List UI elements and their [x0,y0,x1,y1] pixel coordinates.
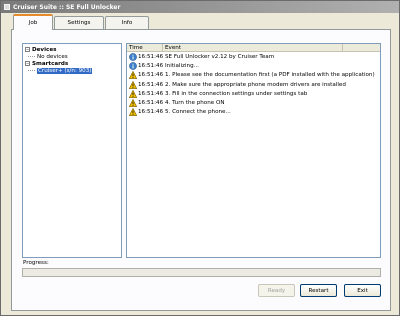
log-row[interactable]: 16:51:46 3. Fill in the connection settin… [127,89,380,98]
tree-group-label: Smartcards [32,60,69,67]
log-time: 16:51:46 [138,100,164,107]
log-header: Time Event [127,44,380,52]
log-time: 16:51:46 [138,72,164,79]
event-log[interactable]: Time Event 16:51:46 SE Full Unlocker v2.1… [126,43,381,258]
log-row[interactable]: 16:51:46 SE Full Unlocker v2.12 by Cruise… [127,52,380,61]
column-header-time[interactable]: Time [127,44,163,51]
tab-settings-label: Settings [67,20,91,26]
tree-group-smartcards[interactable]: − Smartcards [25,60,121,67]
ready-button[interactable]: Ready [258,284,295,297]
tab-info-label: Info [121,20,133,26]
info-icon [129,52,137,61]
tab-job[interactable]: Job [13,14,53,30]
warning-icon [128,108,138,117]
log-time: 16:51:46 [138,81,164,88]
log-event: 4. Turn the phone ON [165,100,225,107]
log-event: Initializing... [165,62,199,69]
log-event: SE Full Unlocker v2.12 by Cruiser Team [165,53,275,60]
log-rows: 16:51:46 SE Full Unlocker v2.12 by Cruise… [127,52,380,117]
log-time: 16:51:46 [138,109,164,116]
tree-item-label: Cruiser+ (s/n: 903) [37,67,93,74]
log-row[interactable]: 16:51:46 4. Turn the phone ON [127,98,380,108]
log-time: 16:51:46 [138,53,164,60]
ready-button-label: Ready [267,287,286,294]
column-header-event[interactable]: Event [163,44,343,51]
device-tree[interactable]: − Devices No devices − Smartcards Cruise… [22,43,122,258]
exit-button-label: Exit [357,287,368,294]
warning-icon [128,70,138,80]
tab-job-label: Job [28,20,38,26]
app-icon [4,4,10,10]
tree-group-label: Devices [32,46,57,53]
collapse-icon[interactable]: − [25,61,30,66]
log-time: 16:51:46 [138,90,164,97]
warning-icon [128,89,138,98]
tree-item-cruiser-card[interactable]: Cruiser+ (s/n: 903) [25,67,121,74]
window-title: Cruiser Suite :: SE Full Unlocker [13,3,121,11]
info-icon [129,62,137,70]
log-event: 1. Please see the documentation first (a… [165,72,375,79]
progress-bar [22,268,381,277]
log-event: 5. Connect the phone... [165,109,231,116]
tree-group-devices[interactable]: − Devices [25,46,121,53]
title-bar[interactable]: Cruiser Suite :: SE Full Unlocker [1,1,399,13]
collapse-icon[interactable]: − [25,47,30,52]
tree-item-label: No devices [37,53,68,60]
log-event: 3. Fill in the connection settings under… [165,90,308,97]
exit-button[interactable]: Exit [344,284,381,297]
progress-label: Progress: [23,260,49,266]
tab-info[interactable]: Info [105,16,149,29]
log-row[interactable]: 16:51:46 5. Connect the phone... [127,108,380,117]
main-window: Cruiser Suite :: SE Full Unlocker Job Se… [0,0,400,316]
tree-item-no-devices[interactable]: No devices [25,53,121,60]
log-row[interactable]: 16:51:46 1. Please see the documentation … [127,70,380,80]
tab-settings[interactable]: Settings [54,16,104,29]
log-row[interactable]: 16:51:46 Initializing... [127,61,380,70]
tree-connector [28,56,35,57]
log-row[interactable]: 16:51:46 2. Make sure the appropriate pho… [127,80,380,89]
warning-icon [128,98,138,108]
log-event: 2. Make sure the appropriate phone modem… [165,81,346,88]
restart-button-label: Restart [308,287,329,294]
restart-button[interactable]: Restart [300,284,337,297]
log-time: 16:51:46 [138,62,164,69]
warning-icon [128,80,138,89]
tree-connector [28,70,35,71]
